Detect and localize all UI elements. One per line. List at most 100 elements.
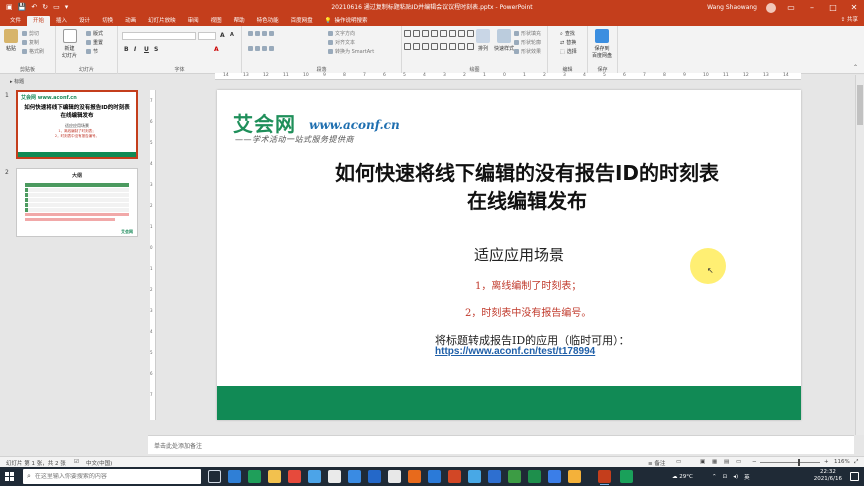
shape-icon[interactable] <box>449 42 456 50</box>
tab-home[interactable]: 开始 <box>27 16 51 26</box>
shape-icon[interactable] <box>449 30 456 37</box>
wechat-icon[interactable] <box>508 470 521 483</box>
minimize-icon[interactable]: – <box>806 3 818 12</box>
vscode-icon[interactable] <box>368 470 381 483</box>
shape-icon[interactable] <box>458 30 465 37</box>
smartart-button[interactable]: 转换为 SmartArt <box>328 48 374 55</box>
task-view-icon[interactable] <box>208 470 221 483</box>
tab-slideshow[interactable]: 幻灯片放映 <box>142 16 182 26</box>
format-painter-button[interactable]: 格式刷 <box>22 48 44 55</box>
zoom-slider[interactable] <box>760 462 820 463</box>
app-icon[interactable] <box>448 470 461 483</box>
slide-title-line-1[interactable]: 如何快速将线下编辑的没有报告ID的时刻表 <box>277 160 777 186</box>
language-indicator[interactable]: 中文(中国) <box>86 459 112 467</box>
shape-icon[interactable] <box>440 30 447 37</box>
app-icon[interactable] <box>288 470 301 483</box>
cut-button[interactable]: 剪切 <box>22 30 39 37</box>
save-icon[interactable]: 💾 <box>18 0 27 15</box>
shape-icon[interactable] <box>422 42 429 50</box>
bold-button[interactable]: B <box>124 46 129 53</box>
shape-icon[interactable] <box>440 42 447 50</box>
app-icon[interactable] <box>548 470 561 483</box>
shape-icon[interactable] <box>422 30 429 37</box>
avatar[interactable] <box>766 2 776 13</box>
spellcheck-icon[interactable]: ☑ <box>74 459 79 465</box>
clock[interactable]: 22:32 2021/6/16 <box>814 469 842 483</box>
app-icon[interactable] <box>348 470 361 483</box>
shapes-gallery[interactable] <box>404 30 474 54</box>
reading-view-icon[interactable]: ▤ <box>724 459 729 465</box>
scenario-heading[interactable]: 适应应用场景 <box>429 244 609 265</box>
shape-outline-button[interactable]: 形状轮廓 <box>514 39 541 46</box>
paste-button[interactable]: 粘贴 <box>4 29 18 52</box>
app-link[interactable]: https://www.aconf.cn/test/t178994 <box>435 346 595 357</box>
shape-icon[interactable] <box>467 30 474 37</box>
app-icon[interactable] <box>228 470 241 483</box>
app-icon[interactable] <box>308 470 321 483</box>
tab-features[interactable]: 特色功能 <box>251 16 285 26</box>
font-color-button[interactable]: A <box>214 46 219 53</box>
arrange-button[interactable]: 排列 <box>476 29 490 52</box>
chevron-up-icon[interactable]: ⌃ <box>712 474 717 480</box>
undo-icon[interactable]: ↶ <box>31 0 37 15</box>
zoom-level[interactable]: 116% <box>834 459 850 465</box>
app-icon[interactable] <box>328 470 341 483</box>
layout-button[interactable]: 版式 <box>86 30 103 37</box>
tab-file[interactable]: 文件 <box>4 16 27 26</box>
section-header[interactable]: ▸ 标题 <box>10 78 24 85</box>
powerpoint-icon[interactable] <box>598 470 611 485</box>
taskbar-search-input[interactable] <box>34 473 185 480</box>
windows-start-icon[interactable] <box>5 472 14 481</box>
zoom-out-icon[interactable]: − <box>752 459 757 465</box>
tab-transitions[interactable]: 切换 <box>96 16 119 26</box>
close-icon[interactable]: ✕ <box>848 3 860 12</box>
slide-title-line-2[interactable]: 在线编辑发布 <box>277 188 777 214</box>
shape-icon[interactable] <box>404 42 411 50</box>
network-icon[interactable]: ⊡ <box>723 474 728 480</box>
file-explorer-icon[interactable] <box>268 470 281 483</box>
slide-canvas[interactable]: 艾会网 www.aconf.cn ——学术活动一站式服务提供商 如何快速将线下编… <box>217 90 801 420</box>
font-name-combo[interactable] <box>122 32 196 40</box>
text-direction-button[interactable]: 文字方向 <box>328 30 355 37</box>
comments-icon[interactable]: ▭ <box>676 459 681 465</box>
slide-thumbnail-1[interactable]: 艾会网 www.aconf.cn 如何快速将线下编辑的没有报告ID的时刻表 在线… <box>16 90 138 159</box>
weather-widget[interactable]: ☁ 29°C <box>672 467 693 486</box>
copy-button[interactable]: 复制 <box>22 39 39 46</box>
vertical-scrollbar[interactable] <box>855 75 864 435</box>
slideshow-icon[interactable]: ▭ <box>53 0 60 15</box>
slideshow-view-icon[interactable]: ▭ <box>736 459 741 465</box>
list-buttons[interactable] <box>248 31 274 36</box>
notes-pane[interactable]: 单击此处添加备注 <box>148 435 854 454</box>
grow-font-icon[interactable]: A <box>220 32 225 39</box>
replace-button[interactable]: ⇄ 替换 <box>560 39 576 47</box>
find-button[interactable]: ⌕ 查找 <box>560 30 575 38</box>
redo-icon[interactable]: ↻ <box>42 0 48 15</box>
word-icon[interactable] <box>488 470 501 483</box>
shape-icon[interactable] <box>413 42 420 50</box>
ribbon-display-icon[interactable]: ▭ <box>785 3 797 12</box>
underline-button[interactable]: U <box>144 46 149 53</box>
tab-insert[interactable]: 插入 <box>50 16 73 26</box>
taskbar-search[interactable]: ⌕ <box>23 469 201 484</box>
tab-view[interactable]: 视图 <box>205 16 228 26</box>
tell-me-search[interactable]: 💡 操作说明搜索 <box>319 16 374 26</box>
align-buttons[interactable] <box>248 46 274 51</box>
app-icon[interactable] <box>568 470 581 483</box>
normal-view-icon[interactable]: ▣ <box>700 459 705 465</box>
wechat-work-icon[interactable] <box>620 470 633 483</box>
shape-icon[interactable] <box>467 42 474 50</box>
shape-fill-button[interactable]: 形状填充 <box>514 30 541 37</box>
shrink-font-icon[interactable]: A <box>230 32 234 38</box>
shape-icon[interactable] <box>458 42 465 50</box>
shadow-button[interactable]: S <box>154 46 158 53</box>
app-icon[interactable] <box>388 470 401 483</box>
app-icon[interactable] <box>408 470 421 483</box>
tab-review[interactable]: 审阅 <box>182 16 205 26</box>
quick-styles-button[interactable]: 快速样式 <box>494 29 514 52</box>
shape-icon[interactable] <box>431 30 438 37</box>
fit-to-window-icon[interactable]: ⤢ <box>854 459 858 466</box>
shape-icon[interactable] <box>413 30 420 37</box>
autosave-icon[interactable]: ▣ <box>6 0 13 15</box>
volume-icon[interactable]: ◂) <box>733 474 738 480</box>
notification-icon[interactable] <box>850 472 859 481</box>
